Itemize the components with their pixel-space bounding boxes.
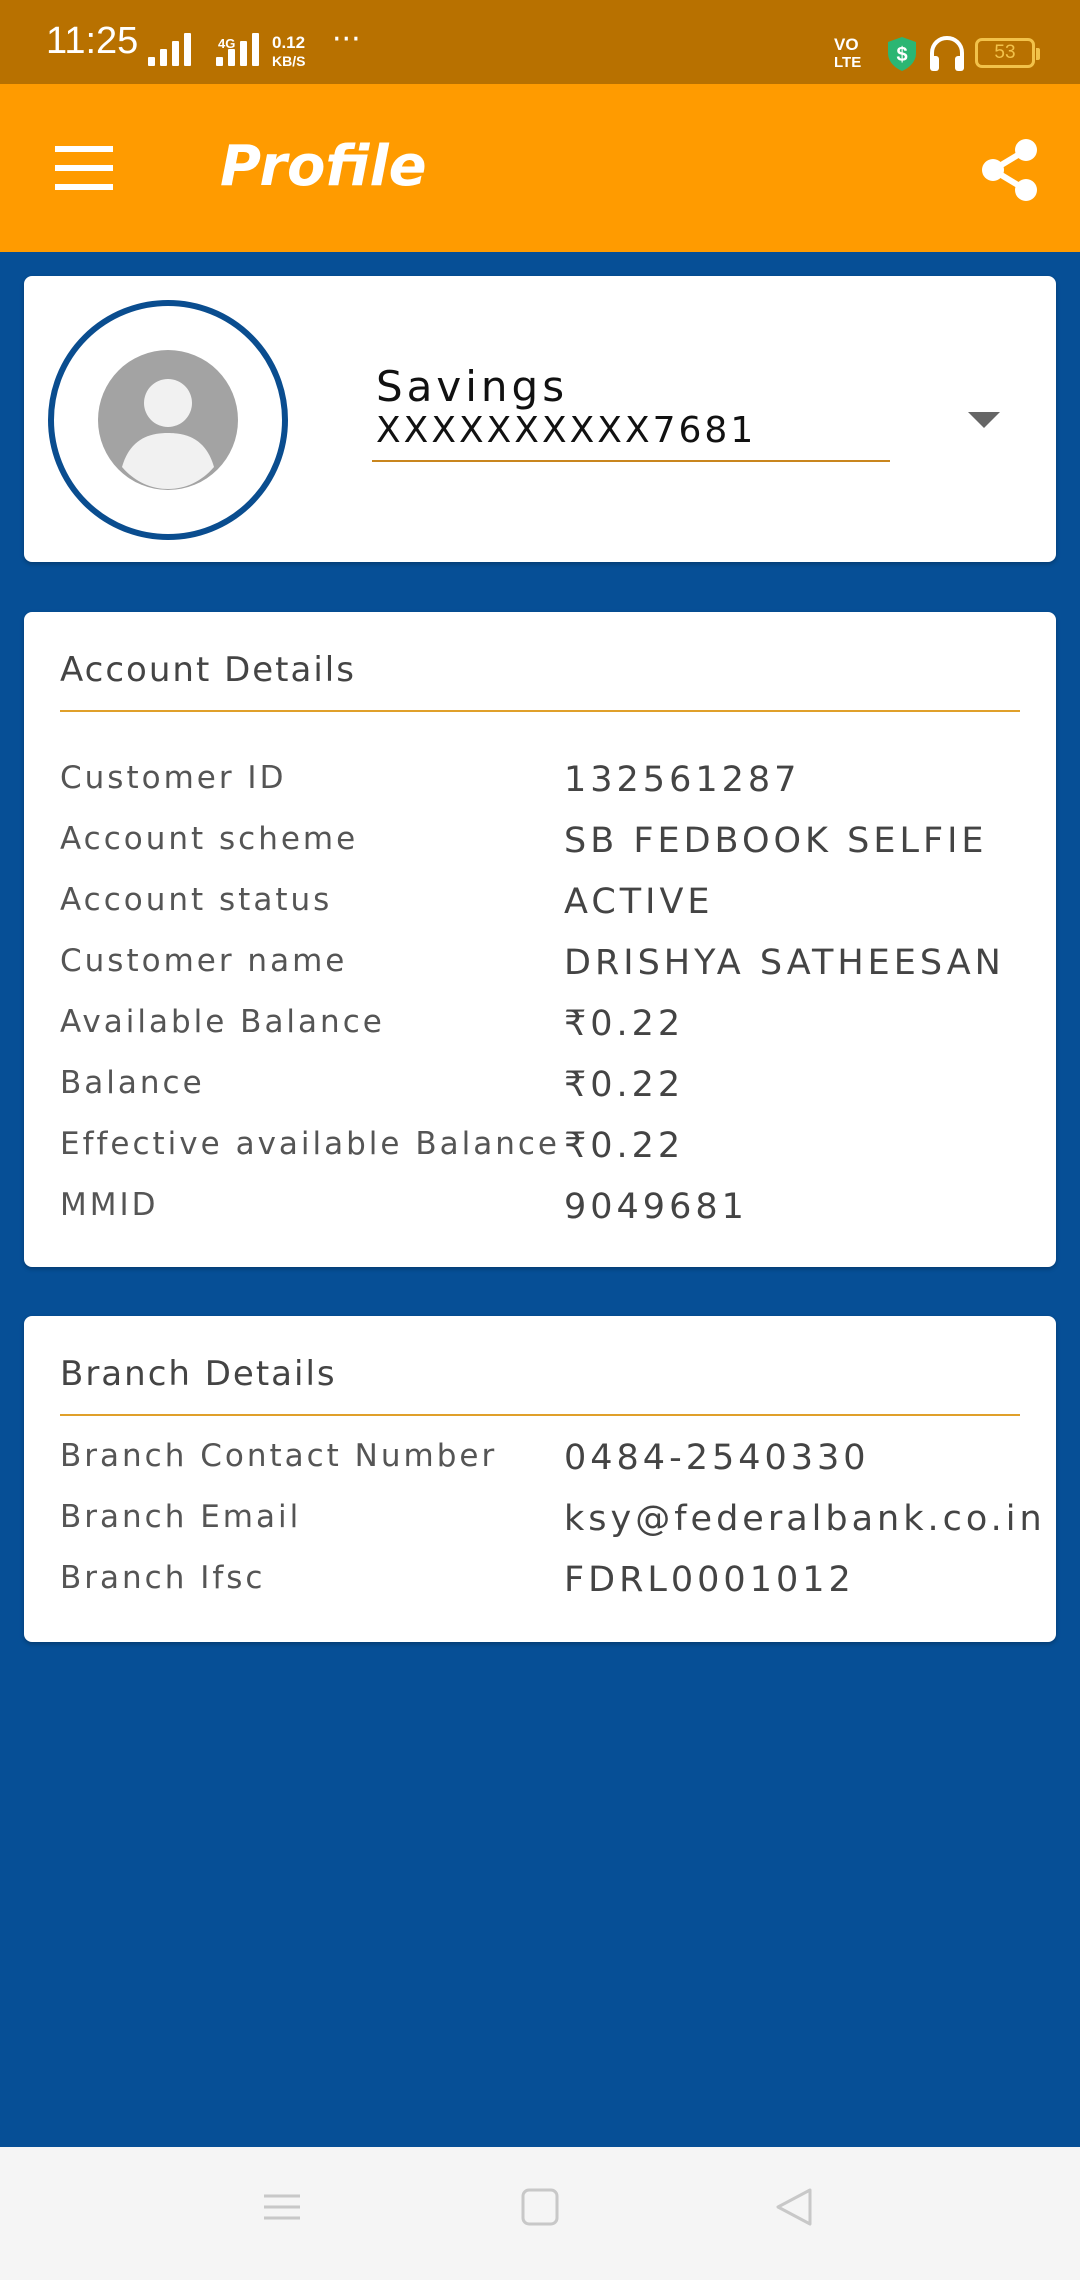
detail-value: ₹0.22 <box>564 1004 685 1044</box>
avatar <box>48 300 288 540</box>
back-icon[interactable] <box>774 2187 814 2227</box>
detail-value: 9049681 <box>564 1187 748 1227</box>
account-number: XXXXXXXXXX7681 <box>376 410 757 451</box>
account-details-card: Account Details Customer ID 132561287 Ac… <box>24 612 1056 1267</box>
detail-label: Account status <box>60 882 333 918</box>
branch-label: Branch Contact Number <box>60 1438 498 1474</box>
app-bar: Profile <box>0 84 1080 252</box>
detail-row-mmid: MMID 9049681 <box>60 1187 1020 1247</box>
branch-details-title: Branch Details <box>60 1354 1020 1416</box>
detail-value: DRISHYA SATHEESAN <box>564 943 1005 983</box>
status-bar: 11:25 4G 0.12 KB/S ··· VO LTE $ 53 <box>0 0 1080 84</box>
account-type: Savings <box>376 362 569 411</box>
more-notifications-icon: ··· <box>332 22 361 57</box>
system-navigation-bar <box>0 2147 1080 2280</box>
signal-strength-icon <box>148 30 191 66</box>
detail-row-customer-id: Customer ID 132561287 <box>60 760 1020 820</box>
network-speed: 0.12 KB/S <box>272 34 305 70</box>
detail-label: MMID <box>60 1187 159 1223</box>
share-icon[interactable] <box>980 138 1040 202</box>
headset-icon <box>930 35 964 71</box>
detail-label: Available Balance <box>60 1004 385 1040</box>
detail-row-available-balance: Available Balance ₹0.22 <box>60 1004 1020 1064</box>
status-time: 11:25 <box>46 20 139 62</box>
detail-value: ACTIVE <box>564 882 714 922</box>
volte-indicator: VO LTE <box>834 36 861 72</box>
branch-value: FDRL0001012 <box>564 1560 855 1600</box>
detail-row-customer-name: Customer name DRISHYA SATHEESAN <box>60 943 1020 1003</box>
detail-label: Customer name <box>60 943 348 979</box>
user-avatar-icon <box>98 350 238 490</box>
detail-label: Customer ID <box>60 760 287 796</box>
account-details-title: Account Details <box>60 650 1020 712</box>
detail-value: ₹0.22 <box>564 1065 685 1105</box>
signal-strength-2-icon <box>216 30 259 66</box>
network-speed-unit: KB/S <box>272 53 306 69</box>
detail-row-account-status: Account status ACTIVE <box>60 882 1020 942</box>
detail-label: Effective available Balance <box>60 1126 560 1162</box>
branch-value: ksy@federalbank.co.in <box>564 1499 1046 1539</box>
branch-row-ifsc: Branch Ifsc FDRL0001012 <box>60 1560 1020 1620</box>
account-selector-card: Savings XXXXXXXXXX7681 <box>24 276 1056 562</box>
hamburger-menu-icon[interactable] <box>55 146 113 190</box>
branch-details-card: Branch Details Branch Contact Number 048… <box>24 1316 1056 1642</box>
branch-label: Branch Ifsc <box>60 1560 266 1596</box>
branch-value: 0484-2540330 <box>564 1438 870 1478</box>
account-select-field[interactable]: Savings XXXXXXXXXX7681 <box>372 362 890 462</box>
detail-value: 132561287 <box>564 760 801 800</box>
recents-menu-icon[interactable] <box>262 2187 302 2227</box>
detail-row-account-scheme: Account scheme SB FEDBOOK SELFIE <box>60 821 1020 881</box>
branch-row-email: Branch Email ksy@federalbank.co.in <box>60 1499 1042 1559</box>
detail-label: Balance <box>60 1065 205 1101</box>
detail-row-effective-balance: Effective available Balance ₹0.22 <box>60 1126 1020 1186</box>
volte-top: VO <box>834 35 859 54</box>
detail-label: Account scheme <box>60 821 359 857</box>
dropdown-arrow-icon[interactable] <box>968 412 1000 428</box>
network-speed-value: 0.12 <box>272 33 306 52</box>
volte-bottom: LTE <box>834 54 862 71</box>
svg-text:$: $ <box>896 44 907 66</box>
page-title: Profile <box>220 134 427 199</box>
branch-row-contact: Branch Contact Number 0484-2540330 <box>60 1438 1020 1498</box>
detail-value: SB FEDBOOK SELFIE <box>564 821 988 861</box>
home-icon[interactable] <box>520 2187 560 2227</box>
battery-icon: 53 <box>975 38 1040 68</box>
security-shield-icon: $ <box>888 37 916 71</box>
branch-label: Branch Email <box>60 1499 302 1535</box>
detail-value: ₹0.22 <box>564 1126 685 1166</box>
detail-row-balance: Balance ₹0.22 <box>60 1065 1020 1125</box>
